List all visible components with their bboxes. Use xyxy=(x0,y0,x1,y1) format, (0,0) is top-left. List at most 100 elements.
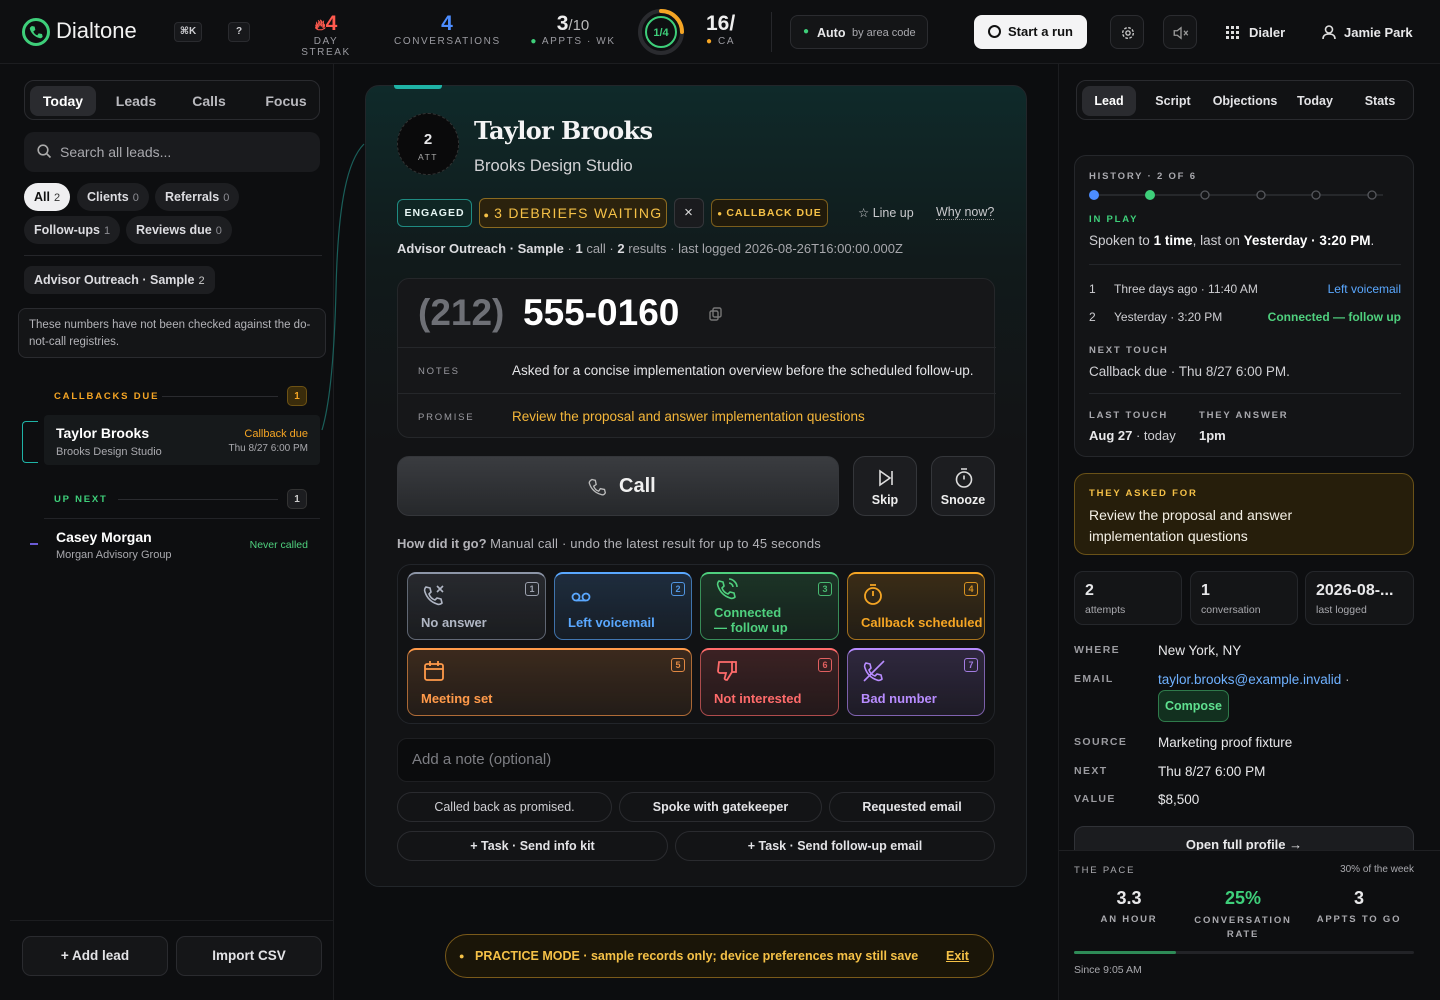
notes-label: NOTES xyxy=(418,366,460,377)
lead-status: Never called xyxy=(249,539,308,551)
debriefs-waiting-button[interactable]: ● 3 DEBRIEFS WAITING xyxy=(479,198,667,228)
spoken-summary: Spoken to 1 time, last on Yesterday · 3:… xyxy=(1089,233,1374,248)
task-send-follow-up-email-button[interactable]: + Task · Send follow-up email xyxy=(675,831,995,861)
chip-label: All xyxy=(34,190,50,204)
divider xyxy=(118,499,278,500)
last-touch-sub: · today xyxy=(1135,428,1176,443)
tab-objections[interactable]: Objections xyxy=(1207,86,1283,116)
tab-stats[interactable]: Stats xyxy=(1352,86,1408,116)
compose-button[interactable]: Compose xyxy=(1158,690,1229,722)
tab-focus[interactable]: Focus xyxy=(253,86,319,116)
search-input[interactable] xyxy=(60,142,300,162)
hotkey-badge: 4 xyxy=(964,582,978,596)
engaged-badge: ENGAGED xyxy=(397,199,472,227)
flame-icon: 🔥︎ xyxy=(314,17,326,34)
outcome-not-interested[interactable]: 6 Not interested xyxy=(700,648,839,716)
tab-today[interactable]: Today xyxy=(1288,86,1342,116)
open-full-profile-button[interactable]: Open full profile → xyxy=(1074,826,1414,850)
campaign-chip[interactable]: Advisor Outreach · Sample 2 xyxy=(24,266,215,294)
phone-outgoing-icon xyxy=(716,578,738,600)
tab-calls[interactable]: Calls xyxy=(176,86,242,116)
outcome-left-voicemail[interactable]: 2 Left voicemail xyxy=(554,572,692,640)
history-row: 1 Three days ago · 11:40 AM Left voicema… xyxy=(1089,282,1401,296)
task-send-info-kit-button[interactable]: + Task · Send info kit xyxy=(397,831,668,861)
chip-label: Reviews due xyxy=(136,223,212,237)
quick-note-gatekeeper[interactable]: Spoke with gatekeeper xyxy=(619,792,822,822)
hotkey-badge: 7 xyxy=(964,658,978,672)
lead-row-casey-morgan[interactable]: Casey Morgan Morgan Advisory Group Never… xyxy=(44,520,320,566)
asked-for-label: THEY ASKED FOR xyxy=(1089,488,1198,499)
outcome-bad-number[interactable]: 7 Bad number xyxy=(847,648,985,716)
why-now-link[interactable]: Why now? xyxy=(936,205,995,220)
import-csv-button[interactable]: Import CSV xyxy=(176,936,322,976)
note-input[interactable] xyxy=(412,751,972,768)
skip-button[interactable]: Skip xyxy=(853,456,917,516)
line-up-label: Line up xyxy=(872,206,914,220)
next-label: NEXT xyxy=(1074,765,1108,777)
tab-lead[interactable]: Lead xyxy=(1082,86,1136,116)
up-next-label: UP NEXT xyxy=(54,494,108,505)
divider xyxy=(1089,393,1401,394)
add-lead-button[interactable]: + Add lead xyxy=(22,936,168,976)
auto-dial-toggle[interactable]: ● Auto by area code xyxy=(790,15,928,49)
divider xyxy=(1089,264,1401,265)
debriefs-label: 3 DEBRIEFS WAITING xyxy=(494,205,663,221)
start-run-button[interactable]: Start a run xyxy=(974,15,1087,49)
filter-chip-all[interactable]: All 2 xyxy=(24,183,71,211)
phone-area: (212) xyxy=(418,292,505,333)
snooze-button[interactable]: Snooze xyxy=(931,456,995,516)
filter-chip-reviews-due[interactable]: Reviews due 0 xyxy=(126,216,232,244)
speaker-muted-icon xyxy=(1173,26,1189,40)
mini-value: 2 xyxy=(1085,582,1094,599)
calls-stat: 16/ ● CA xyxy=(706,12,742,47)
lead-status: Callback due xyxy=(244,428,308,440)
filter-chip-referrals[interactable]: Referrals 0 xyxy=(155,183,240,211)
practice-text: PRACTICE MODE · sample records only; dev… xyxy=(475,949,919,963)
outcome-callback-scheduled[interactable]: 4 Callback scheduled xyxy=(847,572,985,640)
chip-label: Referrals xyxy=(165,190,220,204)
connector-line xyxy=(321,143,367,488)
search-shortcut-button[interactable]: ⌘K xyxy=(174,22,202,42)
help-button[interactable]: ? xyxy=(228,22,250,42)
star-icon: ☆ xyxy=(858,206,870,220)
filter-chip-clients[interactable]: Clients 0 xyxy=(77,183,149,211)
quick-note-called-back[interactable]: Called back as promised. xyxy=(397,792,612,822)
tab-script[interactable]: Script xyxy=(1145,86,1201,116)
meta-campaign: Advisor Outreach · Sample xyxy=(397,241,564,256)
outcome-label: Callback scheduled xyxy=(861,615,983,630)
outcome-no-answer[interactable]: 1 No answer xyxy=(407,572,546,640)
lead-row-taylor-brooks[interactable]: Taylor Brooks Brooks Design Studio Callb… xyxy=(44,415,320,465)
history-index: 2 xyxy=(1089,310,1096,324)
dialer-button[interactable]: Dialer xyxy=(1226,24,1291,42)
tab-leads[interactable]: Leads xyxy=(103,86,169,116)
mute-button[interactable] xyxy=(1163,15,1197,49)
next-touch-value: Callback due · Thu 8/27 6:00 PM. xyxy=(1089,364,1290,379)
streak-label: DAY STREAK xyxy=(301,36,351,58)
divider xyxy=(44,518,320,519)
pace-progress-track xyxy=(1074,951,1414,954)
lead-title: Taylor Brooks xyxy=(474,116,653,145)
chip-count: 0 xyxy=(215,225,222,237)
filter-chip-follow-ups[interactable]: Follow-ups 1 xyxy=(24,216,121,244)
call-button[interactable]: Call xyxy=(397,456,839,516)
chip-label: Clients xyxy=(87,190,129,204)
pace-section: THE PACE 30% of the week 3.3 AN HOUR 25%… xyxy=(1059,850,1440,1000)
email-link[interactable]: taylor.brooks@example.invalid · xyxy=(1158,672,1350,687)
outcome-meeting-set[interactable]: 5 Meeting set xyxy=(407,648,692,716)
pace-conversation-rate: 25% xyxy=(1224,888,1262,908)
close-icon[interactable]: × xyxy=(674,198,704,228)
exit-practice-link[interactable]: Exit xyxy=(946,935,969,977)
user-menu[interactable]: Jamie Park xyxy=(1322,24,1413,42)
quick-note-requested-email[interactable]: Requested email xyxy=(829,792,995,822)
copy-icon[interactable] xyxy=(709,307,722,321)
asked-for-text: Review the proposal and answer implement… xyxy=(1089,507,1293,544)
timer-icon xyxy=(864,584,882,605)
outcome-connected-follow-up[interactable]: 3 Connected — follow up xyxy=(700,572,839,640)
settings-button[interactable] xyxy=(1110,15,1144,49)
note-box xyxy=(397,738,995,782)
line-up-button[interactable]: ☆ Line up xyxy=(858,205,914,220)
lead-meta: Advisor Outreach · Sample · 1 call · 2 r… xyxy=(397,241,903,256)
pace-per-hour: 3.3 xyxy=(1116,888,1142,908)
start-run-label: Start a run xyxy=(1007,24,1073,39)
tab-today[interactable]: Today xyxy=(30,86,96,116)
